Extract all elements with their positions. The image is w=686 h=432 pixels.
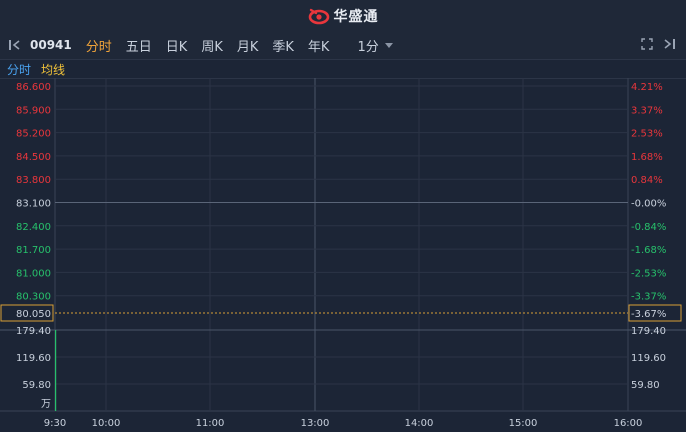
time-tick-label: 13:00	[301, 418, 330, 429]
percent-tick-label: -3.37%	[631, 292, 666, 303]
price-tick-label: 84.500	[16, 152, 51, 163]
volume-tick-label-right: 119.60	[631, 353, 666, 364]
percent-tick-label: 4.21%	[631, 82, 663, 93]
price-tick-label: 83.800	[16, 175, 51, 186]
price-tick-label: 86.600	[16, 82, 51, 93]
price-tick-label: 81.700	[16, 245, 51, 256]
time-tick-label: 14:00	[405, 418, 434, 429]
price-tick-label: 83.100	[16, 199, 51, 210]
percent-tick-label: 3.37%	[631, 105, 663, 116]
current-pct-label: -3.67%	[631, 309, 666, 320]
volume-tick-label: 119.60	[16, 353, 51, 364]
time-tick-label: 16:00	[614, 418, 643, 429]
volume-tick-label-right: 179.40	[631, 326, 666, 337]
percent-tick-label: 2.53%	[631, 129, 663, 140]
percent-tick-label: -1.68%	[631, 245, 666, 256]
percent-tick-label: 1.68%	[631, 152, 663, 163]
intraday-chart: 86.600 4.21% 85.900 3.37% 85.200 2.53% 84.500 1…	[0, 78, 686, 429]
time-tick-label: 9:30	[44, 418, 66, 429]
volume-tick-label-right: 59.80	[631, 380, 660, 391]
volume-bar	[55, 330, 57, 411]
price-tick-label: 81.000	[16, 268, 51, 279]
percent-tick-label: 0.84%	[631, 175, 663, 186]
volume-tick-label: 59.80	[22, 380, 51, 391]
volume-unit-label: 万	[41, 399, 51, 410]
price-tick-label: 85.200	[16, 129, 51, 140]
time-tick-label: 15:00	[509, 418, 538, 429]
time-tick-label: 10:00	[92, 418, 121, 429]
price-tick-label: 85.900	[16, 105, 51, 116]
price-tick-label: 82.400	[16, 222, 51, 233]
current-price-label: 80.050	[16, 309, 51, 320]
percent-tick-label: -0.00%	[631, 199, 666, 210]
time-tick-label: 11:00	[196, 418, 225, 429]
percent-tick-label: -0.84%	[631, 222, 666, 233]
percent-tick-label: -2.53%	[631, 268, 666, 279]
price-tick-label: 80.300	[16, 292, 51, 303]
volume-tick-label: 179.40	[16, 326, 51, 337]
